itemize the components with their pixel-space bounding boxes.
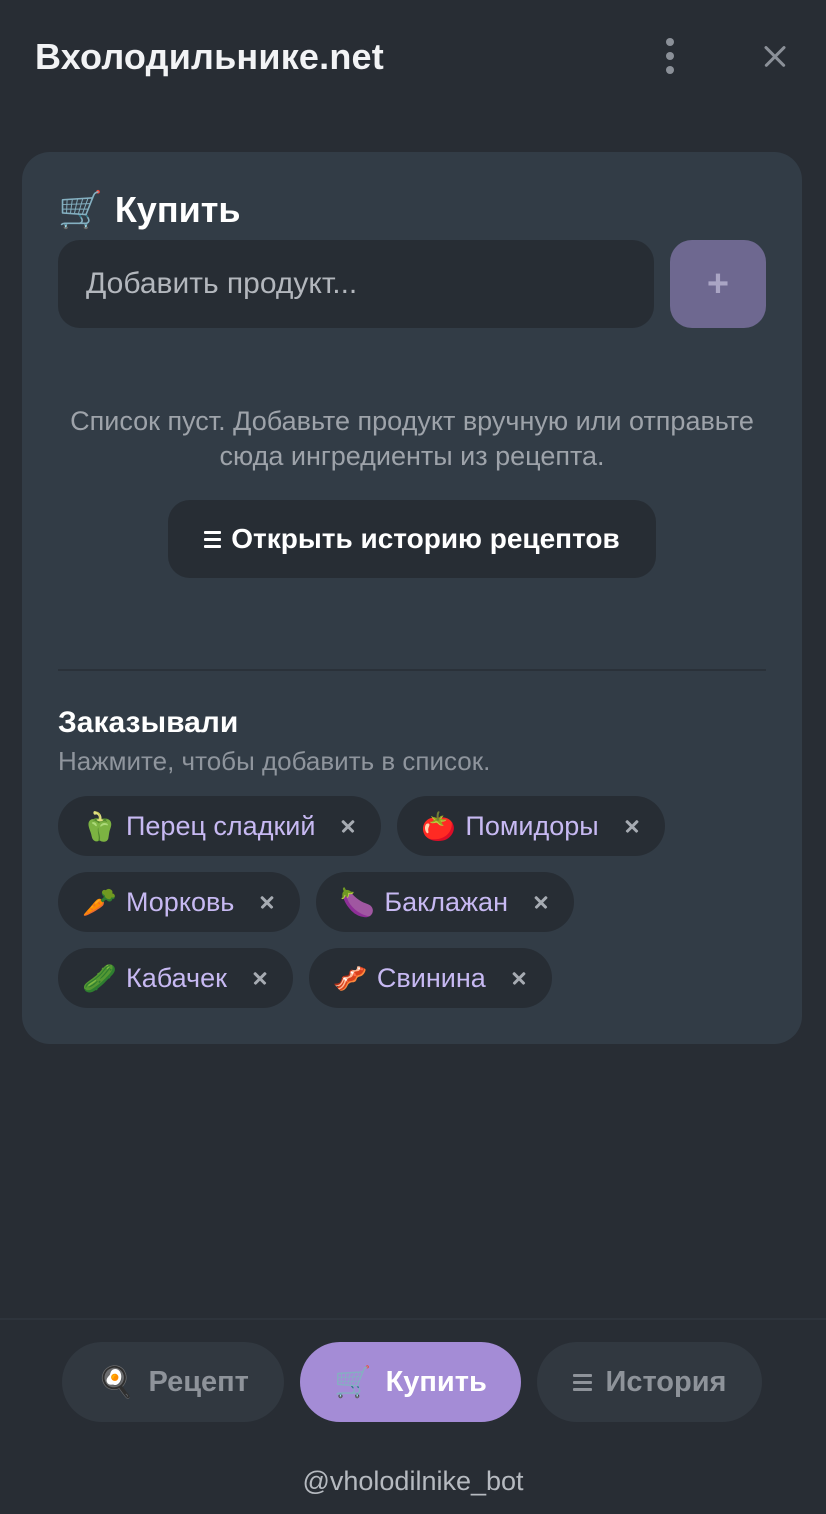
app-title: Вхолодильнике.net [35, 36, 384, 77]
open-recipe-history-label: Открыть историю рецептов [231, 523, 620, 554]
chip-label: Помидоры [465, 810, 599, 841]
app-root: Вхолодильнике.net 🛒 Купить + Список пуст… [0, 0, 826, 1514]
add-product-input[interactable] [58, 240, 654, 328]
ordered-title: Заказывали [58, 706, 239, 739]
open-recipe-history-button[interactable]: Открыть историю рецептов [168, 500, 656, 578]
carrot-icon: 🥕 [82, 886, 117, 918]
tomato-icon: 🍅 [421, 810, 457, 842]
menu-dot [666, 38, 674, 46]
bottom-nav: 🍳 Рецепт 🛒 Купить История @vholodilnike_… [0, 1318, 826, 1514]
chip-zucchini[interactable]: 🥒 Кабачек [58, 948, 293, 1008]
chip-pepper[interactable]: 🫑 Перец сладкий [58, 796, 382, 856]
section-title-text: Купить [114, 189, 241, 230]
list-icon [572, 1373, 592, 1391]
buy-card: 🛒 Купить + Список пуст. Добавьте продукт… [22, 152, 802, 1044]
nav-buy-label: Купить [385, 1365, 487, 1398]
chip-carrot[interactable]: 🥕 Морковь [58, 872, 301, 932]
shopping-cart-icon: 🛒 [334, 1365, 372, 1399]
ordered-chips: 🫑 Перец сладкий 🍅 Помидоры 🥕 Морковь 🍆 Б… [58, 796, 778, 1008]
nav-buy-button[interactable]: 🛒 Купить [300, 1342, 521, 1422]
chip-label: Перец сладкий [126, 810, 316, 841]
bot-handle: @vholodilnike_bot [302, 1466, 524, 1496]
chip-pork[interactable]: 🥓 Свинина [308, 948, 552, 1008]
bell-pepper-icon: 🫑 [82, 810, 117, 842]
kebab-menu-icon[interactable] [650, 36, 690, 76]
bacon-icon: 🥓 [332, 962, 368, 994]
menu-dot [666, 66, 674, 74]
remove-chip-icon[interactable] [530, 891, 552, 913]
remove-chip-icon[interactable] [337, 815, 359, 837]
remove-chip-icon[interactable] [621, 815, 643, 837]
nav-recipe-button[interactable]: 🍳 Рецепт [62, 1342, 284, 1422]
cucumber-icon: 🥒 [82, 962, 117, 994]
add-product-button[interactable]: + [670, 240, 766, 328]
section-title: 🛒 Купить [58, 188, 240, 232]
eggplant-icon: 🍆 [340, 886, 376, 918]
empty-list-message: Список пуст. Добавьте продукт вручную ил… [70, 406, 754, 471]
divider [58, 669, 766, 671]
nav-recipe-label: Рецепт [148, 1365, 249, 1398]
chip-label: Баклажан [384, 886, 508, 917]
frying-pan-icon: 🍳 [97, 1365, 135, 1399]
chip-label: Кабачек [126, 962, 227, 993]
chip-label: Морковь [126, 886, 235, 917]
chip-tomatoes[interactable]: 🍅 Помидоры [397, 796, 665, 856]
chip-label: Свинина [376, 962, 486, 993]
remove-chip-icon[interactable] [256, 891, 278, 913]
chip-eggplant[interactable]: 🍆 Баклажан [316, 872, 574, 932]
nav-history-label: История [605, 1365, 727, 1398]
remove-chip-icon[interactable] [508, 967, 530, 989]
close-icon[interactable] [754, 36, 794, 76]
shopping-cart-icon: 🛒 [58, 189, 103, 230]
ordered-hint: Нажмите, чтобы добавить в список. [58, 746, 491, 776]
menu-dot [666, 52, 674, 60]
remove-chip-icon[interactable] [249, 967, 271, 989]
nav-history-button[interactable]: История [537, 1342, 762, 1422]
list-icon [204, 530, 222, 548]
header: Вхолодильнике.net [0, 0, 826, 116]
